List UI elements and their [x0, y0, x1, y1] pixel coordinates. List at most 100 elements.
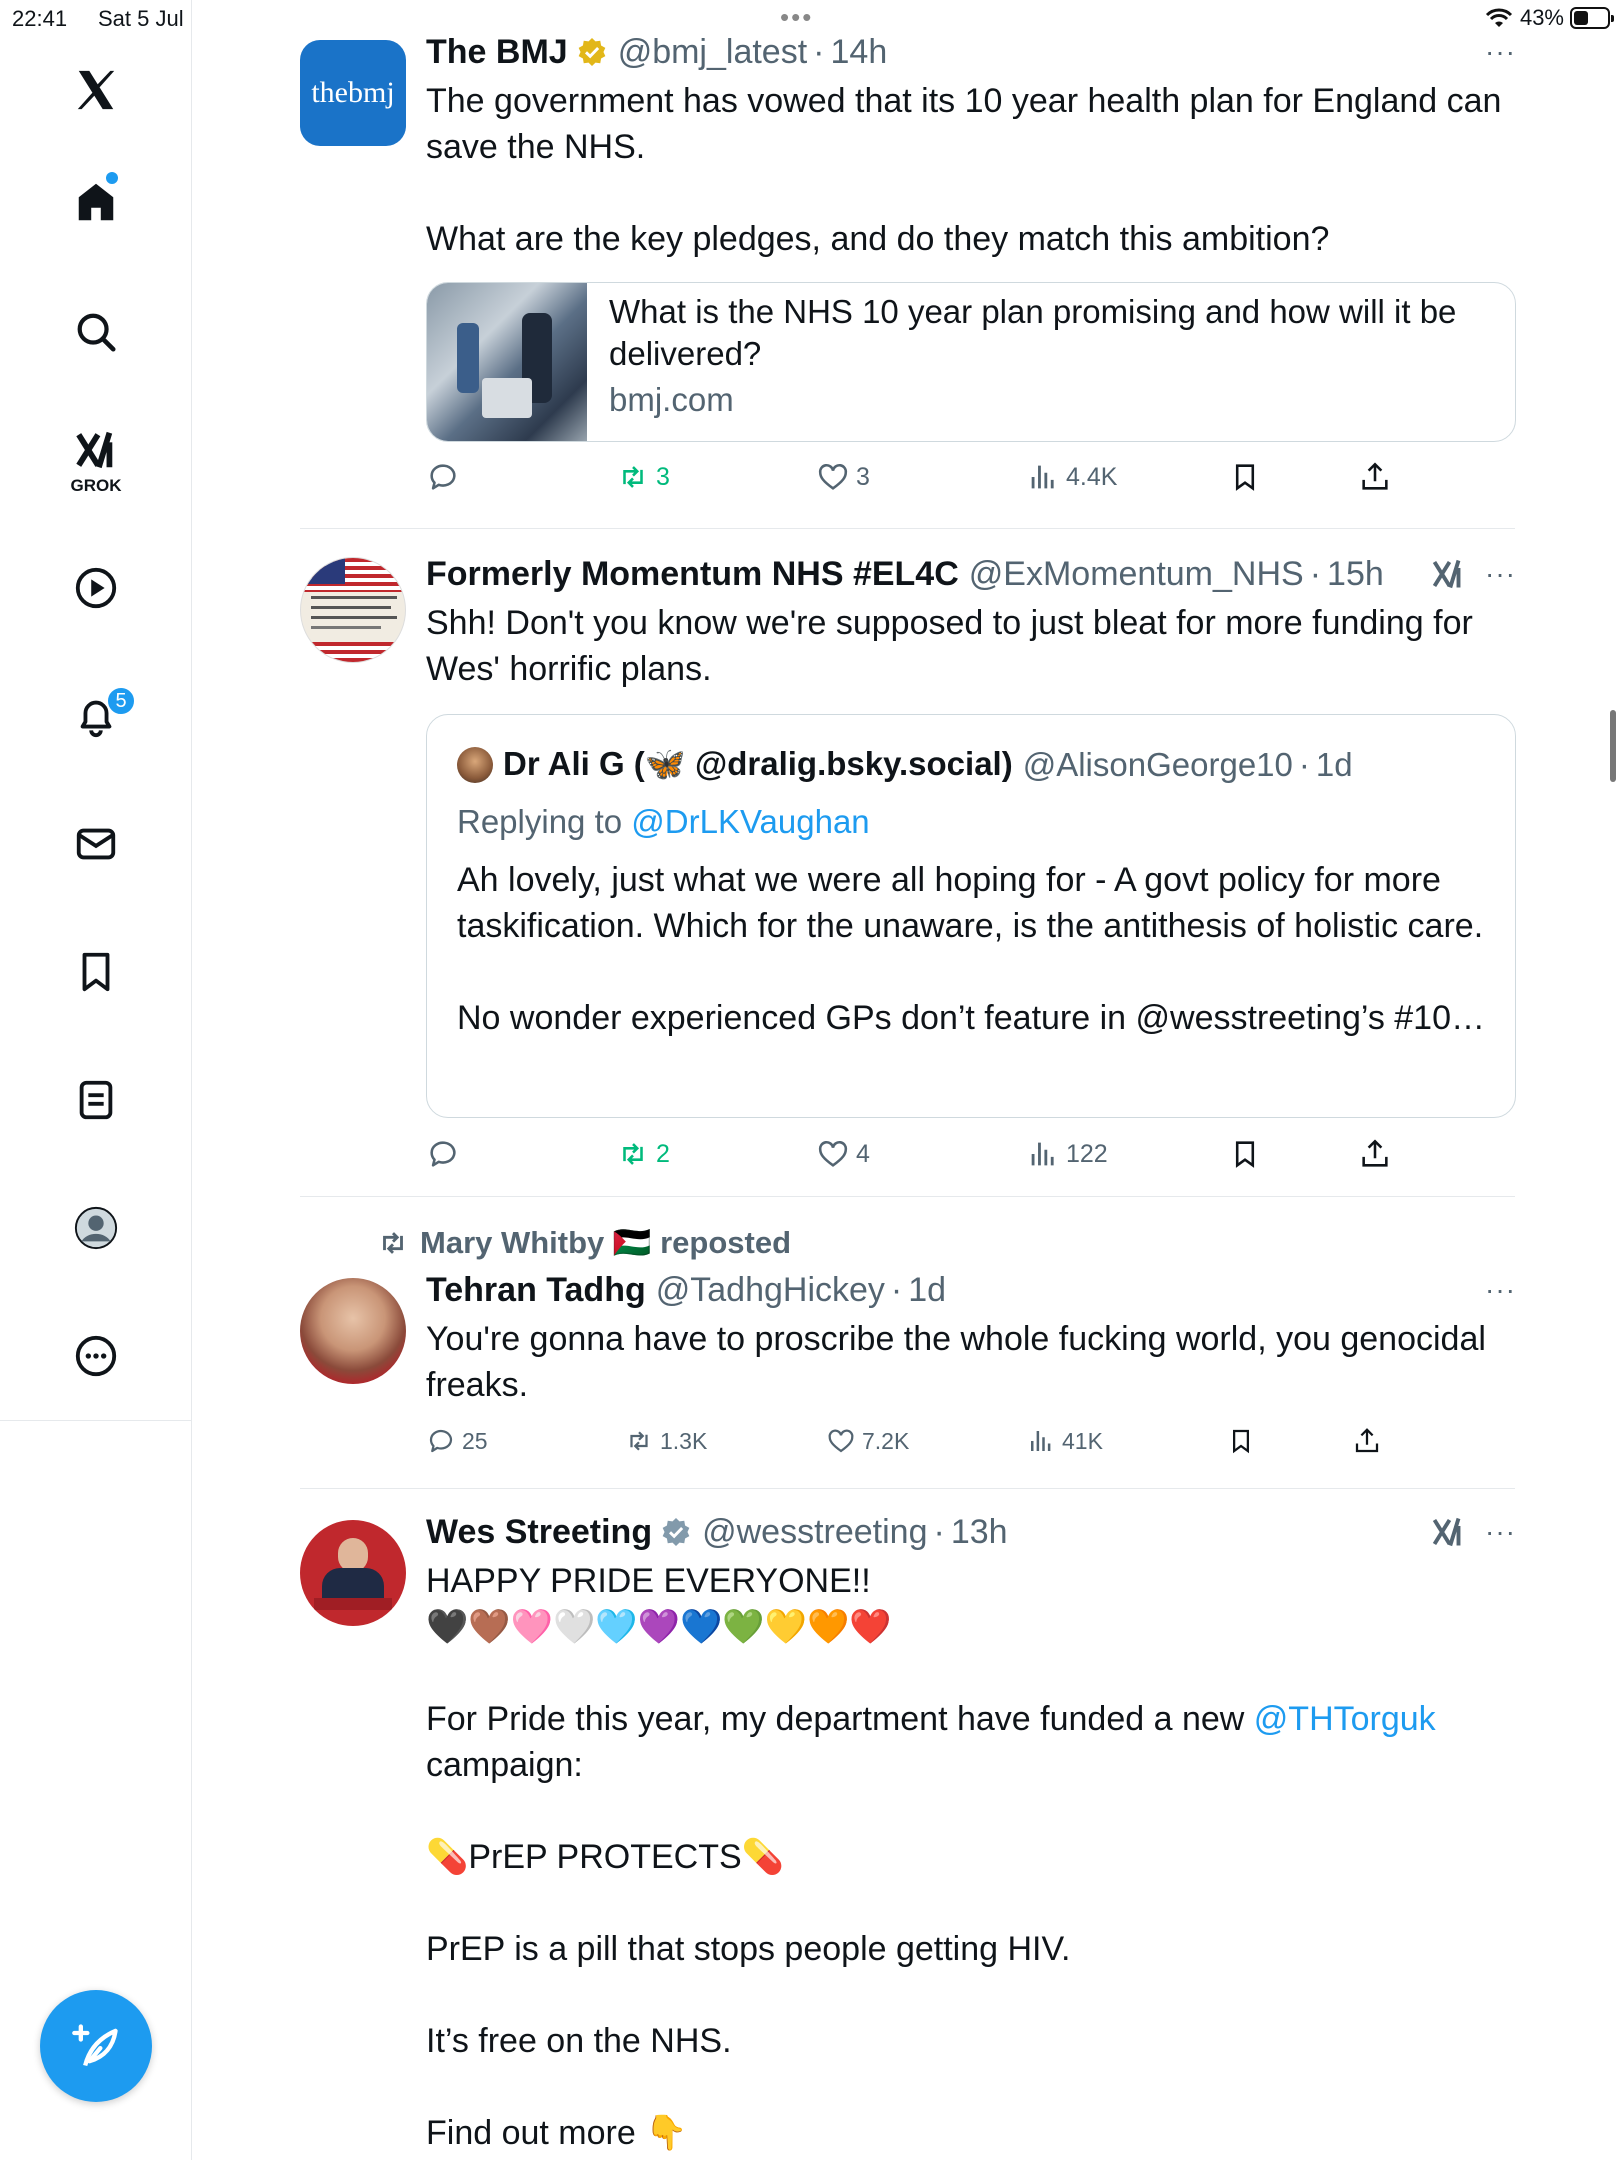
more-icon[interactable] — [66, 1326, 126, 1386]
share-button[interactable] — [1358, 460, 1392, 494]
views-button[interactable]: 4.4K — [1026, 460, 1117, 494]
reply-icon — [429, 1429, 453, 1453]
tweet-mention[interactable]: @THTorguk — [1254, 1700, 1436, 1738]
mail-icon[interactable] — [66, 814, 126, 874]
battery-fill — [1574, 11, 1588, 25]
list-icon[interactable] — [66, 1070, 126, 1130]
post-time[interactable]: 13h — [951, 1513, 1008, 1552]
avatar[interactable]: thebmj — [300, 40, 406, 146]
replying-to-label: Replying to — [457, 803, 623, 840]
author-name[interactable]: Formerly Momentum NHS #EL4C — [426, 555, 959, 594]
sidebar-divider — [0, 1420, 192, 1421]
tweet[interactable]: thebmj The BMJ @bmj_latest · 14h ··· The… — [300, 30, 1516, 510]
like-button[interactable]: 7.2K — [826, 1426, 909, 1456]
post-time[interactable]: 1d — [908, 1271, 946, 1310]
repost-button[interactable]: 3 — [616, 460, 670, 494]
x-logo-icon[interactable] — [66, 60, 126, 120]
like-icon — [818, 1141, 848, 1167]
profile-icon[interactable] — [66, 1198, 126, 1258]
more-options-icon[interactable]: ··· — [1485, 1516, 1516, 1548]
repost-button[interactable]: 1.3K — [624, 1426, 707, 1456]
bookmark-button[interactable] — [1228, 460, 1262, 494]
search-icon[interactable] — [66, 302, 126, 362]
verified-gold-icon — [578, 38, 606, 66]
reply-button[interactable]: 25 — [426, 1426, 488, 1456]
repost-context[interactable]: Mary Whitby 🇵🇸 reposted — [376, 1224, 791, 1261]
link-card[interactable]: What is the NHS 10 year plan promising a… — [426, 282, 1516, 442]
separator-dot: · — [1298, 745, 1310, 783]
battery-percent: 43% — [1519, 5, 1564, 30]
tweet-actions: 3 3 4.4K — [426, 460, 1516, 504]
tweet-header: Tehran Tadhg @TadhgHickey · 1d — [426, 1268, 1516, 1312]
battery-icon — [1570, 7, 1614, 29]
quoted-tweet[interactable]: Dr Ali G (🦋 @dralig.bsky.social) @Alison… — [426, 714, 1516, 1118]
repost-button[interactable]: 2 — [616, 1137, 670, 1171]
author-name[interactable]: Tehran Tadhg — [426, 1271, 646, 1310]
views-icon — [1031, 1431, 1051, 1451]
grok-explain-icon[interactable] — [1430, 556, 1466, 592]
quote-author-handle[interactable]: @AlisonGeorge10 — [1023, 746, 1293, 784]
like-button[interactable]: 4 — [816, 1137, 870, 1171]
reply-button[interactable] — [426, 460, 466, 494]
tweet-actions: 2 4 122 — [426, 1137, 1516, 1181]
post-time[interactable]: 14h — [831, 33, 888, 72]
more-options-icon[interactable]: ··· — [1485, 36, 1516, 68]
repost-icon — [623, 1143, 643, 1165]
tweet-text-part-2: campaign: 💊PrEP PROTECTS💊 PrEP is a pill… — [426, 1746, 1071, 2152]
quote-avatar[interactable] — [457, 746, 493, 783]
avatar[interactable] — [300, 557, 406, 663]
share-button[interactable] — [1352, 1426, 1382, 1456]
tweet[interactable]: Wes Streeting @wesstreeting · 13h ··· HA… — [300, 1510, 1515, 2160]
views-icon — [1031, 1142, 1054, 1166]
separator-dot: · — [933, 1512, 945, 1551]
link-card-domain: bmj.com — [609, 381, 734, 418]
repost-count: 2 — [656, 1139, 670, 1168]
quote-author-name[interactable]: Dr Ali G (🦋 @dralig.bsky.social) — [503, 745, 1013, 784]
author-name[interactable]: Wes Streeting — [426, 1513, 652, 1552]
grok-icon[interactable] — [66, 420, 126, 480]
tweet[interactable]: Tehran Tadhg @TadhgHickey · 1d ··· You'r… — [300, 1268, 1515, 1468]
replying-to-mention[interactable]: @DrLKVaughan — [631, 803, 869, 840]
separator-dot: · — [813, 32, 825, 71]
avatar[interactable] — [300, 1520, 406, 1626]
share-icon — [1355, 1428, 1379, 1453]
views-button[interactable]: 41K — [1026, 1426, 1103, 1456]
author-handle[interactable]: @wesstreeting — [702, 1513, 927, 1552]
author-handle[interactable]: @bmj_latest — [618, 33, 807, 72]
quote-text: Ah lovely, just what we were all hoping … — [457, 861, 1486, 1037]
avatar[interactable] — [300, 1278, 406, 1384]
like-count: 7.2K — [862, 1427, 910, 1454]
multitask-dots[interactable]: ••• — [780, 2, 813, 33]
author-handle[interactable]: @ExMomentum_NHS — [969, 555, 1304, 594]
author-name[interactable]: The BMJ — [426, 33, 568, 72]
post-time[interactable]: 15h — [1327, 555, 1384, 594]
author-handle[interactable]: @TadhgHickey — [656, 1271, 885, 1310]
tweet-header: Wes Streeting @wesstreeting · 13h — [426, 1510, 1516, 1554]
grok-explain-icon[interactable] — [1430, 1514, 1466, 1550]
avatar-logo-text: thebmj — [311, 76, 395, 109]
bookmark-button[interactable] — [1226, 1426, 1256, 1456]
tweet-header: The BMJ @bmj_latest · 14h — [426, 30, 1516, 74]
tweet-header: Formerly Momentum NHS #EL4C @ExMomentum_… — [426, 552, 1516, 596]
tweet-divider — [300, 1196, 1515, 1197]
scrollbar[interactable] — [1610, 710, 1616, 782]
reply-button[interactable] — [426, 1137, 466, 1171]
reply-icon — [430, 464, 456, 490]
more-options-icon[interactable]: ··· — [1485, 1274, 1516, 1306]
reposted-by[interactable]: Mary Whitby 🇵🇸 reposted — [420, 1224, 791, 1261]
sidebar: GROK 5 — [0, 0, 192, 2160]
tweet[interactable]: Formerly Momentum NHS #EL4C @ExMomentum_… — [300, 552, 1516, 1192]
more-options-icon[interactable]: ··· — [1485, 558, 1516, 590]
compose-button[interactable] — [40, 1990, 152, 2102]
replying-to-line: Replying to @DrLKVaughan — [457, 803, 870, 841]
tweet-text-part-1: HAPPY PRIDE EVERYONE!! 🖤🤎🩷🤍🩵💜💙💚💛🧡❤️ For … — [426, 1562, 1245, 1738]
quote-time: 1d — [1315, 745, 1353, 783]
view-count: 41K — [1062, 1427, 1103, 1454]
bookmark-button[interactable] — [1228, 1137, 1262, 1171]
like-button[interactable]: 3 — [816, 460, 870, 494]
views-button[interactable]: 122 — [1026, 1137, 1108, 1171]
view-count: 4.4K — [1066, 462, 1118, 491]
share-button[interactable] — [1358, 1137, 1392, 1171]
bookmark-icon[interactable] — [66, 942, 126, 1002]
play-icon[interactable] — [66, 558, 126, 618]
